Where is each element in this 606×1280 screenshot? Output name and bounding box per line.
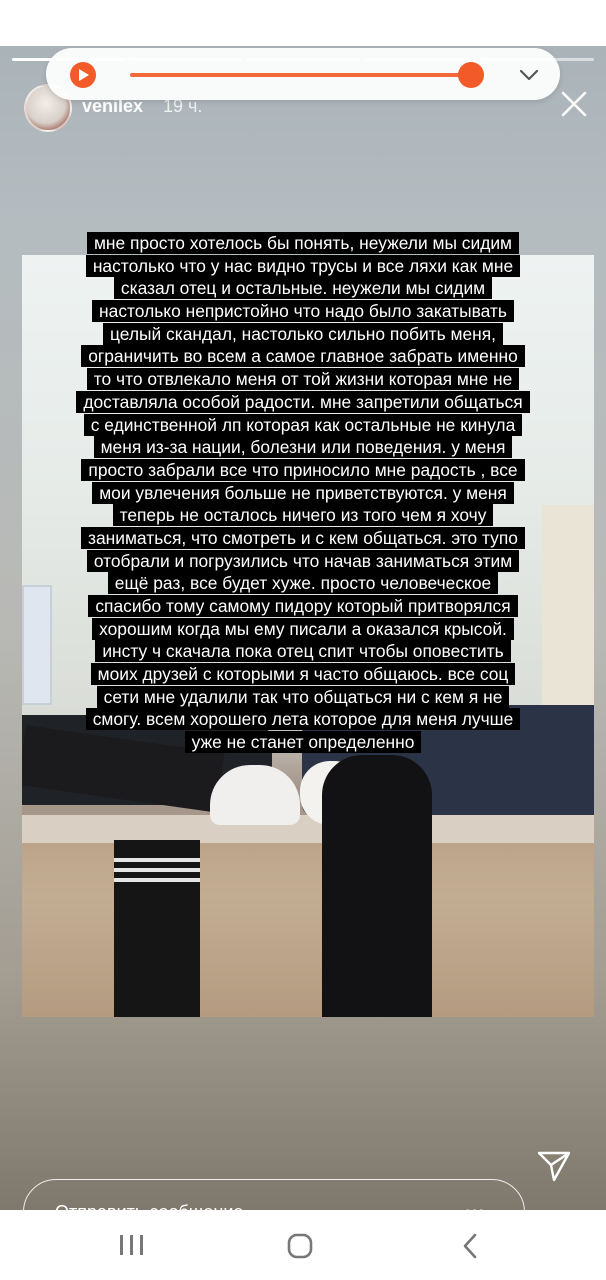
- photo-sneaker: [210, 765, 300, 825]
- story-text-line-content: с единственной лп которая как остальные …: [83, 413, 523, 436]
- audio-player[interactable]: [46, 48, 560, 100]
- story-text-line-content: хорошим когда мы ему писали а оказался к…: [92, 617, 514, 640]
- story-text-line: ещё раз, все будет хуже. просто человече…: [40, 572, 566, 595]
- story-text-line-content: смогу. всем хорошего лета которое для ме…: [85, 708, 521, 731]
- story-text-line: целый скандал, настолько сильно побить м…: [40, 322, 566, 346]
- story-text-line: отобрали и погрузились что начав занимат…: [40, 549, 566, 573]
- story-text-line-content: то что отвлекало меня от той жизни котор…: [86, 368, 520, 391]
- story-text-line: то что отвлекало меня от той жизни котор…: [40, 368, 566, 391]
- story-text-line: спасибо тому самому пидору который притв…: [40, 595, 566, 618]
- story-text-line-content: теперь не осталось ничего из того чем я …: [112, 504, 494, 527]
- story-text-line: настолько что у нас видно трусы и все ля…: [40, 254, 566, 278]
- story-text-line-content: заниматься, что смотреть и с кем общатьс…: [81, 526, 525, 549]
- story-text-line: уже не станет определенно: [40, 731, 566, 754]
- play-icon: [79, 69, 89, 81]
- story-text-line: ограничить во всем а самое главное забра…: [40, 345, 566, 368]
- story-text-line-content: доставляла особой радости. мне запретили…: [76, 390, 530, 413]
- story-text-line: мне просто хотелось бы понять, неужели м…: [40, 232, 566, 255]
- story-text-line: сети мне удалили так что общаться ни с к…: [40, 685, 566, 709]
- story-text-line: смогу. всем хорошего лета которое для ме…: [40, 708, 566, 731]
- story-text-line: сказал отец и остальные. неужели мы сиди…: [40, 277, 566, 300]
- chevron-down-icon[interactable]: [518, 64, 540, 86]
- story-text-line-content: сети мне удалили так что общаться ни с к…: [96, 685, 510, 708]
- story-text-line: моих друзей с которыми я часто общаюсь. …: [40, 663, 566, 686]
- story-text-line-content: целый скандал, настолько сильно побить м…: [102, 322, 504, 345]
- photo-table: [22, 815, 594, 1017]
- story-text-line-content: уже не станет определенно: [184, 731, 422, 754]
- story-text-line: мои увлечения больше не приветствуются. …: [40, 481, 566, 505]
- more-icon[interactable]: •••: [464, 1202, 485, 1211]
- story-text-line: инсту ч скачала пока отец спит чтобы опо…: [40, 640, 566, 663]
- story-text-line: настолько непристойно что надо было зака…: [40, 300, 566, 323]
- story-text-line-content: настолько непристойно что надо было зака…: [92, 300, 514, 323]
- story-viewer[interactable]: venilex 19 ч. мне просто хотелось бы пон…: [0, 46, 606, 1210]
- reply-input[interactable]: Отправить сообщение •••: [23, 1179, 525, 1210]
- story-text-line-content: отобрали и погрузились что начав занимат…: [86, 549, 520, 572]
- story-text-line: просто забрали все что приносило мне рад…: [40, 458, 566, 482]
- story-text-line-content: инсту ч скачала пока отец спит чтобы опо…: [95, 640, 511, 663]
- story-text-line-content: ограничить во всем а самое главное забра…: [81, 345, 525, 368]
- story-text-line-content: сказал отец и остальные. неужели мы сиди…: [113, 277, 493, 300]
- story-text-line-content: ещё раз, все будет хуже. просто человече…: [107, 572, 499, 595]
- story-text-line: с единственной лп которая как остальные …: [40, 413, 566, 437]
- story-text-line-content: спасибо тому самому пидору который притв…: [88, 595, 518, 617]
- story-text-line-content: мне просто хотелось бы понять, неужели м…: [86, 232, 520, 254]
- audio-slider-thumb[interactable]: [458, 62, 485, 88]
- story-text-line-content: просто забрали все что приносило мне рад…: [81, 458, 525, 481]
- play-button[interactable]: [70, 62, 96, 88]
- story-text-line-content: моих друзей с которыми я часто общаюсь. …: [90, 663, 516, 686]
- story-text-line-content: меня из-за нации, болезни или поведения.…: [93, 436, 513, 459]
- story-text-line: теперь не осталось ничего из того чем я …: [40, 504, 566, 527]
- photo-sock-left: [114, 840, 200, 1017]
- status-area: [0, 0, 606, 46]
- story-text-line: заниматься, что смотреть и с кем общатьс…: [40, 526, 566, 550]
- story-text-line-content: мои увлечения больше не приветствуются. …: [92, 481, 514, 504]
- audio-slider-track[interactable]: [130, 73, 482, 77]
- back-icon[interactable]: [460, 1232, 480, 1260]
- home-icon[interactable]: [287, 1233, 313, 1259]
- close-icon[interactable]: [558, 88, 590, 120]
- story-text-line-content: настолько что у нас видно трусы и все ля…: [85, 254, 521, 277]
- story-text-line: хорошим когда мы ему писали а оказался к…: [40, 617, 566, 641]
- story-text-line: меня из-за нации, болезни или поведения.…: [40, 436, 566, 459]
- recent-apps-icon[interactable]: [118, 1234, 146, 1256]
- system-navigation-bar: [0, 1210, 606, 1280]
- send-icon[interactable]: [536, 1148, 572, 1184]
- reply-placeholder: Отправить сообщение: [55, 1202, 243, 1210]
- story-text-line: доставляла особой радости. мне запретили…: [40, 390, 566, 414]
- photo-leg-right: [322, 755, 432, 1017]
- photo-tabletop: [22, 815, 594, 843]
- story-text: мне просто хотелось бы понять, неужели м…: [40, 232, 566, 754]
